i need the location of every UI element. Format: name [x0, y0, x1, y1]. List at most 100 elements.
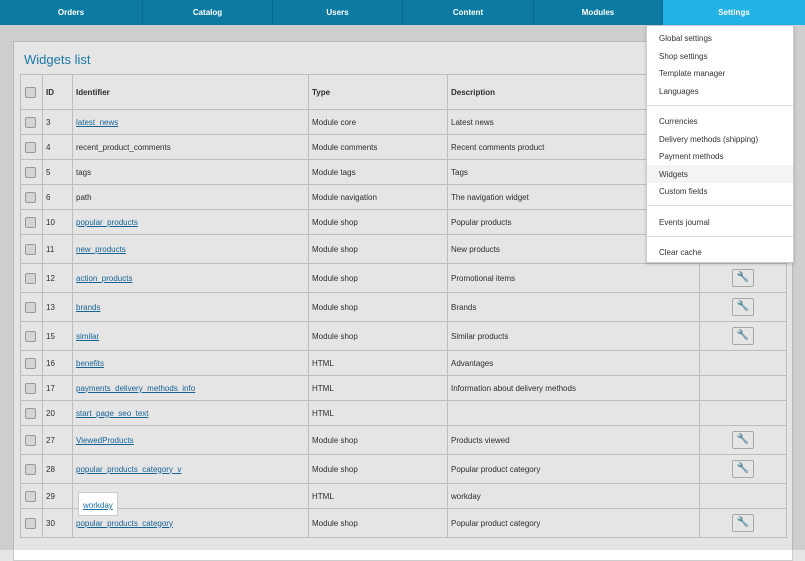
row-description: Brands	[447, 292, 700, 322]
row-id: 11	[42, 234, 73, 264]
menu-item-custom-fields[interactable]: Custom fields	[659, 187, 707, 196]
checkbox-icon[interactable]	[25, 330, 36, 342]
tab-settings[interactable]: Settings	[663, 0, 805, 25]
row-description	[447, 400, 700, 426]
row-description: Information about delivery methods	[447, 375, 700, 401]
table-row: 17 payments_delivery_methods_info HTML I…	[20, 375, 787, 401]
top-navigation: Orders Catalog Users Content Modules Set…	[0, 0, 805, 25]
row-id: 3	[42, 109, 73, 135]
menu-divider	[647, 105, 793, 106]
type-header[interactable]: Type	[308, 74, 448, 110]
row-type: HTML	[308, 483, 448, 509]
page-title: Widgets list	[24, 52, 91, 67]
tab-orders[interactable]: Orders	[0, 0, 143, 25]
identifier-header[interactable]: Identifier	[72, 74, 309, 110]
checkbox-icon[interactable]	[25, 166, 36, 178]
row-type: HTML	[308, 375, 448, 401]
widget-link[interactable]: popular_products	[76, 218, 138, 227]
row-type: Module shop	[308, 292, 448, 322]
widget-link-workday[interactable]: workday	[83, 501, 113, 510]
wrench-icon[interactable]: 🔧	[732, 431, 754, 449]
checkbox-icon[interactable]	[25, 116, 36, 128]
widget-link[interactable]: brands	[76, 303, 100, 312]
checkbox-icon[interactable]	[25, 141, 36, 153]
table-row: 30 popular_products_category Module shop…	[20, 508, 787, 538]
menu-item-clear-cache[interactable]: Clear cache	[659, 248, 702, 257]
widget-identifier: tags	[72, 159, 309, 185]
wrench-icon[interactable]: 🔧	[732, 514, 754, 532]
wrench-icon[interactable]: 🔧	[732, 269, 754, 287]
widget-link[interactable]: popular_products_category	[76, 519, 173, 528]
menu-divider	[647, 236, 793, 237]
menu-item-delivery-methods[interactable]: Delivery methods (shipping)	[659, 135, 758, 144]
checkbox-icon[interactable]	[25, 301, 36, 313]
menu-item-global-settings[interactable]: Global settings	[659, 34, 712, 43]
checkbox-icon[interactable]	[25, 243, 36, 255]
widget-identifier: recent_product_comments	[72, 134, 309, 160]
menu-item-currencies[interactable]: Currencies	[659, 117, 698, 126]
row-type: HTML	[308, 350, 448, 376]
row-description: Similar products	[447, 321, 700, 351]
widget-link[interactable]: similar	[76, 332, 99, 341]
checkbox-icon[interactable]	[25, 382, 36, 394]
menu-item-shop-settings[interactable]: Shop settings	[659, 52, 707, 61]
row-description: Popular product category	[447, 454, 700, 484]
menu-item-payment-methods[interactable]: Payment methods	[659, 152, 723, 161]
menu-item-template-manager[interactable]: Template manager	[659, 69, 725, 78]
widget-link[interactable]: new_products	[76, 245, 126, 254]
wrench-icon[interactable]: 🔧	[732, 327, 754, 345]
menu-item-widgets[interactable]: Widgets	[647, 165, 793, 183]
checkbox-icon[interactable]	[25, 357, 36, 369]
row-type: Module shop	[308, 209, 448, 235]
table-row: 28 popular_products_category_v Module sh…	[20, 454, 787, 484]
widget-link[interactable]: payments_delivery_methods_info	[76, 384, 195, 393]
table-row: 12 action_products Module shop Promotion…	[20, 263, 787, 293]
widget-link[interactable]: ViewedProducts	[76, 436, 134, 445]
table-row: 29 HTML workday	[20, 483, 787, 509]
row-id: 29	[42, 483, 73, 509]
table-row: 27 ViewedProducts Module shop Products v…	[20, 425, 787, 455]
menu-item-events-journal[interactable]: Events journal	[659, 218, 710, 227]
row-id: 27	[42, 425, 73, 455]
checkbox-icon[interactable]	[25, 216, 36, 228]
wrench-icon[interactable]: 🔧	[732, 298, 754, 316]
tab-content[interactable]: Content	[403, 0, 534, 25]
row-type: Module shop	[308, 234, 448, 264]
widget-link[interactable]: popular_products_category_v	[76, 465, 181, 474]
id-header[interactable]: ID	[42, 74, 73, 110]
tab-users[interactable]: Users	[273, 0, 403, 25]
widget-link[interactable]: benefits	[76, 359, 104, 368]
row-type: Module shop	[308, 321, 448, 351]
row-type: Module shop	[308, 508, 448, 538]
widget-link[interactable]: latest_news	[76, 118, 118, 127]
row-id: 16	[42, 350, 73, 376]
row-description: Products viewed	[447, 425, 700, 455]
row-type: Module shop	[308, 425, 448, 455]
row-id: 15	[42, 321, 73, 351]
wrench-icon[interactable]: 🔧	[732, 460, 754, 478]
checkbox-icon[interactable]	[25, 517, 36, 529]
widget-link[interactable]: start_page_seo_text	[76, 409, 149, 418]
checkbox-icon[interactable]	[25, 407, 36, 419]
row-id: 28	[42, 454, 73, 484]
select-all-header[interactable]	[20, 74, 43, 110]
tab-modules[interactable]: Modules	[534, 0, 663, 25]
widget-identifier: path	[72, 184, 309, 210]
row-type: HTML	[308, 400, 448, 426]
menu-item-languages[interactable]: Languages	[659, 87, 699, 96]
highlighted-widget-cell: workday	[78, 492, 118, 516]
checkbox-icon[interactable]	[25, 191, 36, 203]
row-type: Module core	[308, 109, 448, 135]
checkbox-icon[interactable]	[25, 86, 36, 98]
widget-link[interactable]: action_products	[76, 274, 132, 283]
checkbox-icon[interactable]	[25, 272, 36, 284]
row-type: Module navigation	[308, 184, 448, 210]
checkbox-icon[interactable]	[25, 434, 36, 446]
row-description: workday	[447, 483, 700, 509]
checkbox-icon[interactable]	[25, 463, 36, 475]
settings-dropdown: Global settings Shop settings Template m…	[646, 25, 794, 263]
tab-catalog[interactable]: Catalog	[143, 0, 273, 25]
table-row: 20 start_page_seo_text HTML	[20, 400, 787, 426]
table-row: 13 brands Module shop Brands 🔧	[20, 292, 787, 322]
checkbox-icon[interactable]	[25, 490, 36, 502]
